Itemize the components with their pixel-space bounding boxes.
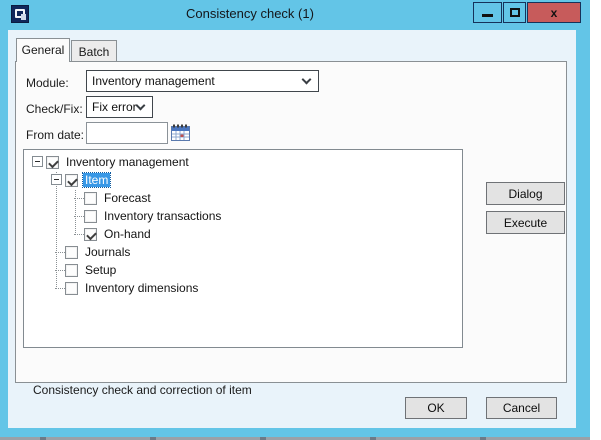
cancel-button[interactable]: Cancel bbox=[486, 397, 557, 419]
dialog-button[interactable]: Dialog bbox=[486, 182, 565, 205]
tree-item-journals[interactable]: Journals bbox=[24, 243, 462, 261]
checkbox-checked[interactable] bbox=[65, 174, 78, 187]
chevron-down-icon bbox=[302, 74, 312, 84]
dialog-client-area: General Batch Module: Check/Fix: From da… bbox=[8, 30, 576, 428]
check-fix-label: Check/Fix: bbox=[26, 102, 83, 116]
module-value: Inventory management bbox=[87, 74, 303, 88]
tree-item-label[interactable]: On-hand bbox=[102, 227, 153, 241]
tree-item-forecast[interactable]: Forecast bbox=[24, 189, 462, 207]
chevron-down-icon bbox=[136, 100, 146, 110]
app-icon[interactable] bbox=[11, 5, 29, 23]
checkbox-checked[interactable] bbox=[84, 228, 97, 241]
tree-connector bbox=[70, 225, 84, 243]
checkbox-checked[interactable] bbox=[46, 156, 59, 169]
tree-connector bbox=[70, 207, 84, 225]
tree-item-label[interactable]: Journals bbox=[83, 245, 132, 259]
ok-button[interactable]: OK bbox=[405, 397, 467, 419]
tree-item-label-selected[interactable]: Item bbox=[83, 173, 110, 187]
maximize-icon bbox=[510, 8, 520, 17]
tree-item-label[interactable]: Forecast bbox=[102, 191, 153, 205]
tree-item-label[interactable]: Inventory dimensions bbox=[83, 281, 200, 295]
tree-item-label[interactable]: Inventory management bbox=[64, 155, 191, 169]
collapse-icon[interactable] bbox=[32, 156, 43, 167]
collapse-icon[interactable] bbox=[51, 174, 62, 185]
execute-button[interactable]: Execute bbox=[486, 211, 565, 234]
tree-expander[interactable] bbox=[32, 153, 46, 171]
tree-item-inventory-dimensions[interactable]: Inventory dimensions bbox=[24, 279, 462, 297]
consistency-tree[interactable]: Inventory management Item Forecast bbox=[23, 149, 463, 348]
tree-connector bbox=[51, 243, 65, 261]
tree-item-label[interactable]: Inventory transactions bbox=[102, 209, 223, 223]
maximize-button[interactable] bbox=[503, 2, 526, 23]
module-dropdown[interactable]: Inventory management bbox=[86, 70, 319, 92]
tree-item-on-hand[interactable]: On-hand bbox=[24, 225, 462, 243]
from-date-label: From date: bbox=[26, 128, 84, 142]
dialog-window: Consistency check (1) x General Batch Mo… bbox=[0, 0, 590, 437]
tree-item-label[interactable]: Setup bbox=[83, 263, 118, 277]
tree-item-inventory-transactions[interactable]: Inventory transactions bbox=[24, 207, 462, 225]
from-date-input[interactable] bbox=[86, 122, 168, 144]
checkbox-unchecked[interactable] bbox=[65, 282, 78, 295]
close-button[interactable]: x bbox=[527, 2, 581, 23]
check-fix-dropdown[interactable]: Fix error bbox=[86, 96, 153, 118]
calendar-icon[interactable] bbox=[171, 124, 190, 141]
window-title: Consistency check (1) bbox=[40, 6, 460, 21]
checkbox-unchecked[interactable] bbox=[84, 210, 97, 223]
tree-connector bbox=[70, 189, 84, 207]
checkbox-unchecked[interactable] bbox=[84, 192, 97, 205]
tree-item-inventory-management[interactable]: Inventory management bbox=[24, 153, 462, 171]
tree-item-item[interactable]: Item bbox=[24, 171, 462, 189]
screen: Consistency check (1) x General Batch Mo… bbox=[0, 0, 601, 440]
checkbox-unchecked[interactable] bbox=[65, 264, 78, 277]
minimize-icon bbox=[482, 14, 493, 17]
tab-general[interactable]: General bbox=[16, 38, 70, 62]
minimize-button[interactable] bbox=[473, 2, 502, 23]
module-label: Module: bbox=[26, 76, 69, 90]
checkbox-unchecked[interactable] bbox=[65, 246, 78, 259]
check-fix-value: Fix error bbox=[87, 100, 137, 114]
titlebar: Consistency check (1) x bbox=[0, 0, 590, 30]
status-help-text: Consistency check and correction of item bbox=[33, 383, 252, 397]
tree-connector bbox=[51, 261, 65, 279]
tab-page-general: Module: Check/Fix: From date: Inventory … bbox=[15, 61, 567, 383]
tree-connector bbox=[51, 279, 65, 297]
tree-expander[interactable] bbox=[51, 171, 65, 189]
tab-batch[interactable]: Batch bbox=[71, 40, 117, 62]
tree-item-setup[interactable]: Setup bbox=[24, 261, 462, 279]
close-icon: x bbox=[551, 6, 558, 20]
